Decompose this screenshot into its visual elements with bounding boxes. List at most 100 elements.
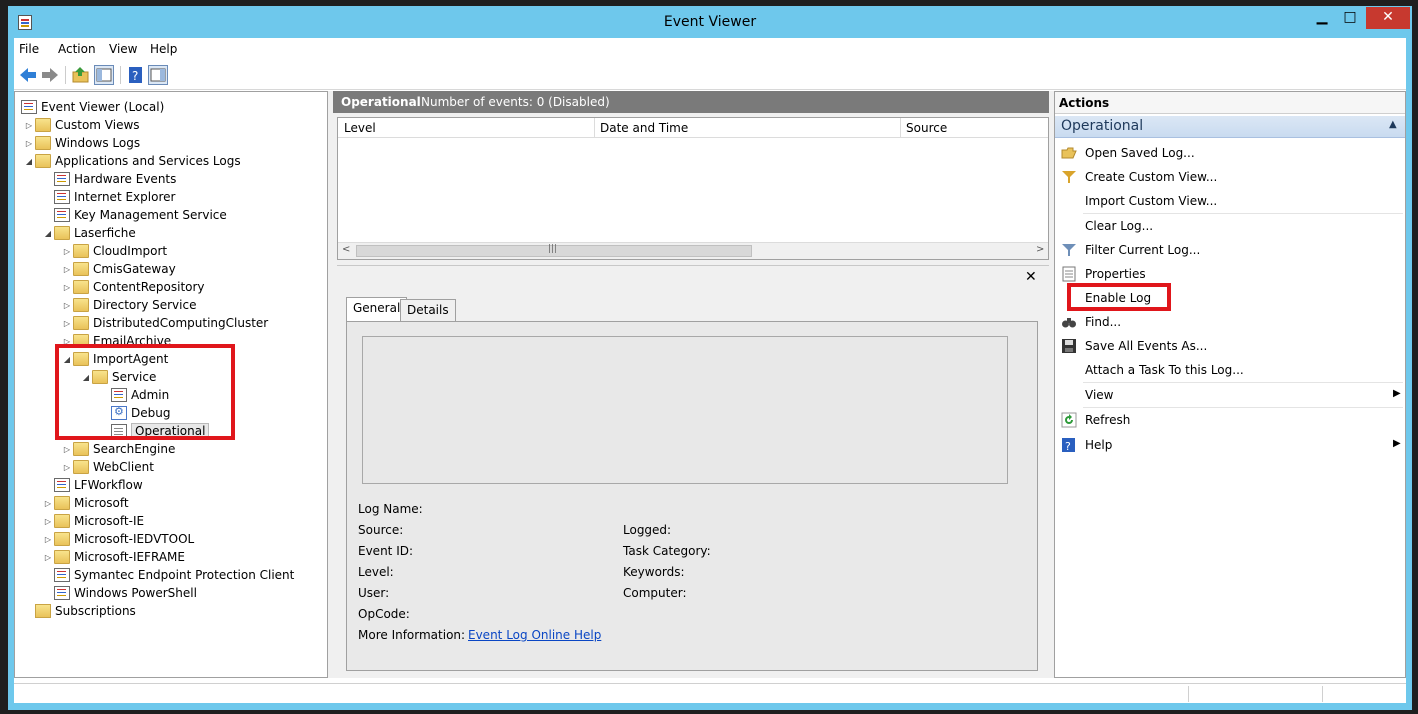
log-title: Operational xyxy=(341,95,421,109)
minimize-button[interactable]: ▁ xyxy=(1309,7,1335,29)
tree-item-event-viewer-local[interactable]: Event Viewer (Local) xyxy=(21,98,164,116)
column-divider[interactable] xyxy=(594,118,595,138)
tree-item-webclient[interactable]: ▷ WebClient xyxy=(61,458,154,476)
action-help[interactable]: ? Help ▶ xyxy=(1055,434,1405,456)
menu-action[interactable]: Action xyxy=(58,42,96,56)
action-filter-current-log[interactable]: Filter Current Log... xyxy=(1055,239,1405,261)
menu-help[interactable]: Help xyxy=(150,42,177,56)
menu-file[interactable]: File xyxy=(19,42,39,56)
action-save-all-events[interactable]: Save All Events As... xyxy=(1055,335,1405,357)
tree-item-laserfiche[interactable]: ◢ Laserfiche xyxy=(42,224,136,242)
expand-icon[interactable]: ▷ xyxy=(61,319,73,328)
action-label: View xyxy=(1085,388,1114,402)
collapse-icon[interactable]: ◢ xyxy=(42,229,54,238)
tree-item-searchengine[interactable]: ▷ SearchEngine xyxy=(61,440,175,458)
collapse-up-icon[interactable]: ▲ xyxy=(1389,119,1397,130)
action-open-saved-log[interactable]: Open Saved Log... xyxy=(1055,142,1405,164)
actions-pane: Actions Operational ▲ Open Saved Log... … xyxy=(1054,91,1406,678)
up-folder-button[interactable] xyxy=(71,65,91,85)
close-button[interactable]: ✕ xyxy=(1366,7,1410,29)
action-attach-task[interactable]: Attach a Task To this Log... xyxy=(1055,359,1405,381)
tree-item-cloudimport[interactable]: ▷ CloudImport xyxy=(61,242,167,260)
folder-icon xyxy=(54,496,70,510)
expand-icon[interactable]: ▷ xyxy=(42,517,54,526)
field-event-id: Event ID: xyxy=(358,544,414,558)
funnel-icon xyxy=(1062,171,1076,183)
tree-item-label: Directory Service xyxy=(93,298,197,312)
expand-icon[interactable]: ▷ xyxy=(61,301,73,310)
tree-item-windows-powershell[interactable]: Windows PowerShell xyxy=(54,584,197,602)
event-log-help-link[interactable]: Event Log Online Help xyxy=(468,628,601,642)
actions-section-operational[interactable]: Operational ▲ xyxy=(1055,116,1405,138)
expand-icon[interactable]: ▷ xyxy=(42,535,54,544)
expand-icon[interactable]: ▷ xyxy=(61,265,73,274)
collapse-icon[interactable]: ◢ xyxy=(23,157,35,166)
tree-item-subscriptions[interactable]: Subscriptions xyxy=(35,602,136,620)
folder-icon xyxy=(35,154,51,168)
tree-item-label: Microsoft-IEDVTOOL xyxy=(74,532,195,546)
tree-item-windows-logs[interactable]: ▷ Windows Logs xyxy=(23,134,140,152)
tree-item-internet-explorer[interactable]: Internet Explorer xyxy=(54,188,175,206)
tree-item-distributedcomputingcluster[interactable]: ▷ DistributedComputingCluster xyxy=(61,314,268,332)
horizontal-scrollbar[interactable]: < ||| > xyxy=(338,242,1048,259)
tree-item-cmisgateway[interactable]: ▷ CmisGateway xyxy=(61,260,176,278)
menu-bar: File Action View Help xyxy=(14,38,1406,60)
folder-icon xyxy=(73,280,89,294)
action-view[interactable]: View ▶ xyxy=(1055,384,1405,406)
expand-icon[interactable]: ▷ xyxy=(42,499,54,508)
save-icon xyxy=(1062,339,1076,353)
action-label: Help xyxy=(1085,438,1113,452)
expand-icon[interactable]: ▷ xyxy=(23,121,35,130)
action-refresh[interactable]: Refresh xyxy=(1055,409,1405,431)
tree-item-key-management-service[interactable]: Key Management Service xyxy=(54,206,227,224)
status-cell xyxy=(1188,686,1322,702)
action-find[interactable]: Find... xyxy=(1055,311,1405,333)
show-hide-tree-button[interactable] xyxy=(94,65,114,85)
tree-item-microsoft[interactable]: ▷ Microsoft xyxy=(42,494,129,512)
expand-icon[interactable]: ▷ xyxy=(61,463,73,472)
action-import-custom-view[interactable]: Import Custom View... xyxy=(1055,190,1405,212)
log-header: Operational Number of events: 0 (Disable… xyxy=(333,91,1049,113)
column-source[interactable]: Source xyxy=(906,121,947,135)
action-clear-log[interactable]: Clear Log... xyxy=(1055,215,1405,237)
tree-item-custom-views[interactable]: ▷ Custom Views xyxy=(23,116,140,134)
help-toolbar-button[interactable]: ? xyxy=(126,65,146,85)
column-date-time[interactable]: Date and Time xyxy=(600,121,688,135)
tab-general[interactable]: General xyxy=(346,297,408,321)
close-preview-icon[interactable]: ✕ xyxy=(1025,269,1037,285)
tree-item-applications-services-logs[interactable]: ◢ Applications and Services Logs xyxy=(23,152,241,170)
action-properties[interactable]: Properties xyxy=(1055,263,1405,285)
tree-item-microsoft-iedvtool[interactable]: ▷ Microsoft-IEDVTOOL xyxy=(42,530,194,548)
tree-item-hardware-events[interactable]: Hardware Events xyxy=(54,170,176,188)
column-divider[interactable] xyxy=(900,118,901,138)
scroll-right-icon[interactable]: > xyxy=(1036,244,1044,255)
tree-item-microsoft-ie[interactable]: ▷ Microsoft-IE xyxy=(42,512,144,530)
expand-icon[interactable]: ▷ xyxy=(61,283,73,292)
tree-item-symantec[interactable]: Symantec Endpoint Protection Client xyxy=(54,566,294,584)
field-level: Level: xyxy=(358,565,394,579)
field-keywords: Keywords: xyxy=(623,565,685,579)
field-more-information: More Information: xyxy=(358,628,466,642)
menu-view[interactable]: View xyxy=(109,42,137,56)
column-level[interactable]: Level xyxy=(344,121,376,135)
tab-details[interactable]: Details xyxy=(400,299,456,321)
tree-item-directory-service[interactable]: ▷ Directory Service xyxy=(61,296,196,314)
expand-icon[interactable]: ▷ xyxy=(61,247,73,256)
tree-item-label: ContentRepository xyxy=(93,280,205,294)
tree-item-contentrepository[interactable]: ▷ ContentRepository xyxy=(61,278,205,296)
expand-icon[interactable]: ▷ xyxy=(61,445,73,454)
tree-item-microsoft-ieframe[interactable]: ▷ Microsoft-IEFRAME xyxy=(42,548,185,566)
tree-item-lfworkflow[interactable]: LFWorkflow xyxy=(54,476,143,494)
folder-icon xyxy=(54,226,70,240)
action-create-custom-view[interactable]: Create Custom View... xyxy=(1055,166,1405,188)
show-hide-action-pane-button[interactable] xyxy=(148,65,168,85)
expand-icon[interactable]: ▷ xyxy=(23,139,35,148)
tree-item-label: SearchEngine xyxy=(93,442,176,456)
forward-button[interactable] xyxy=(40,65,60,85)
scroll-left-icon[interactable]: < xyxy=(342,244,350,255)
back-button[interactable] xyxy=(18,65,38,85)
maximize-button[interactable]: □ xyxy=(1337,7,1363,29)
event-list[interactable]: Level Date and Time Source < ||| > xyxy=(337,117,1049,260)
expand-icon[interactable]: ▷ xyxy=(42,553,54,562)
event-count: Number of events: 0 (Disabled) xyxy=(421,95,610,109)
